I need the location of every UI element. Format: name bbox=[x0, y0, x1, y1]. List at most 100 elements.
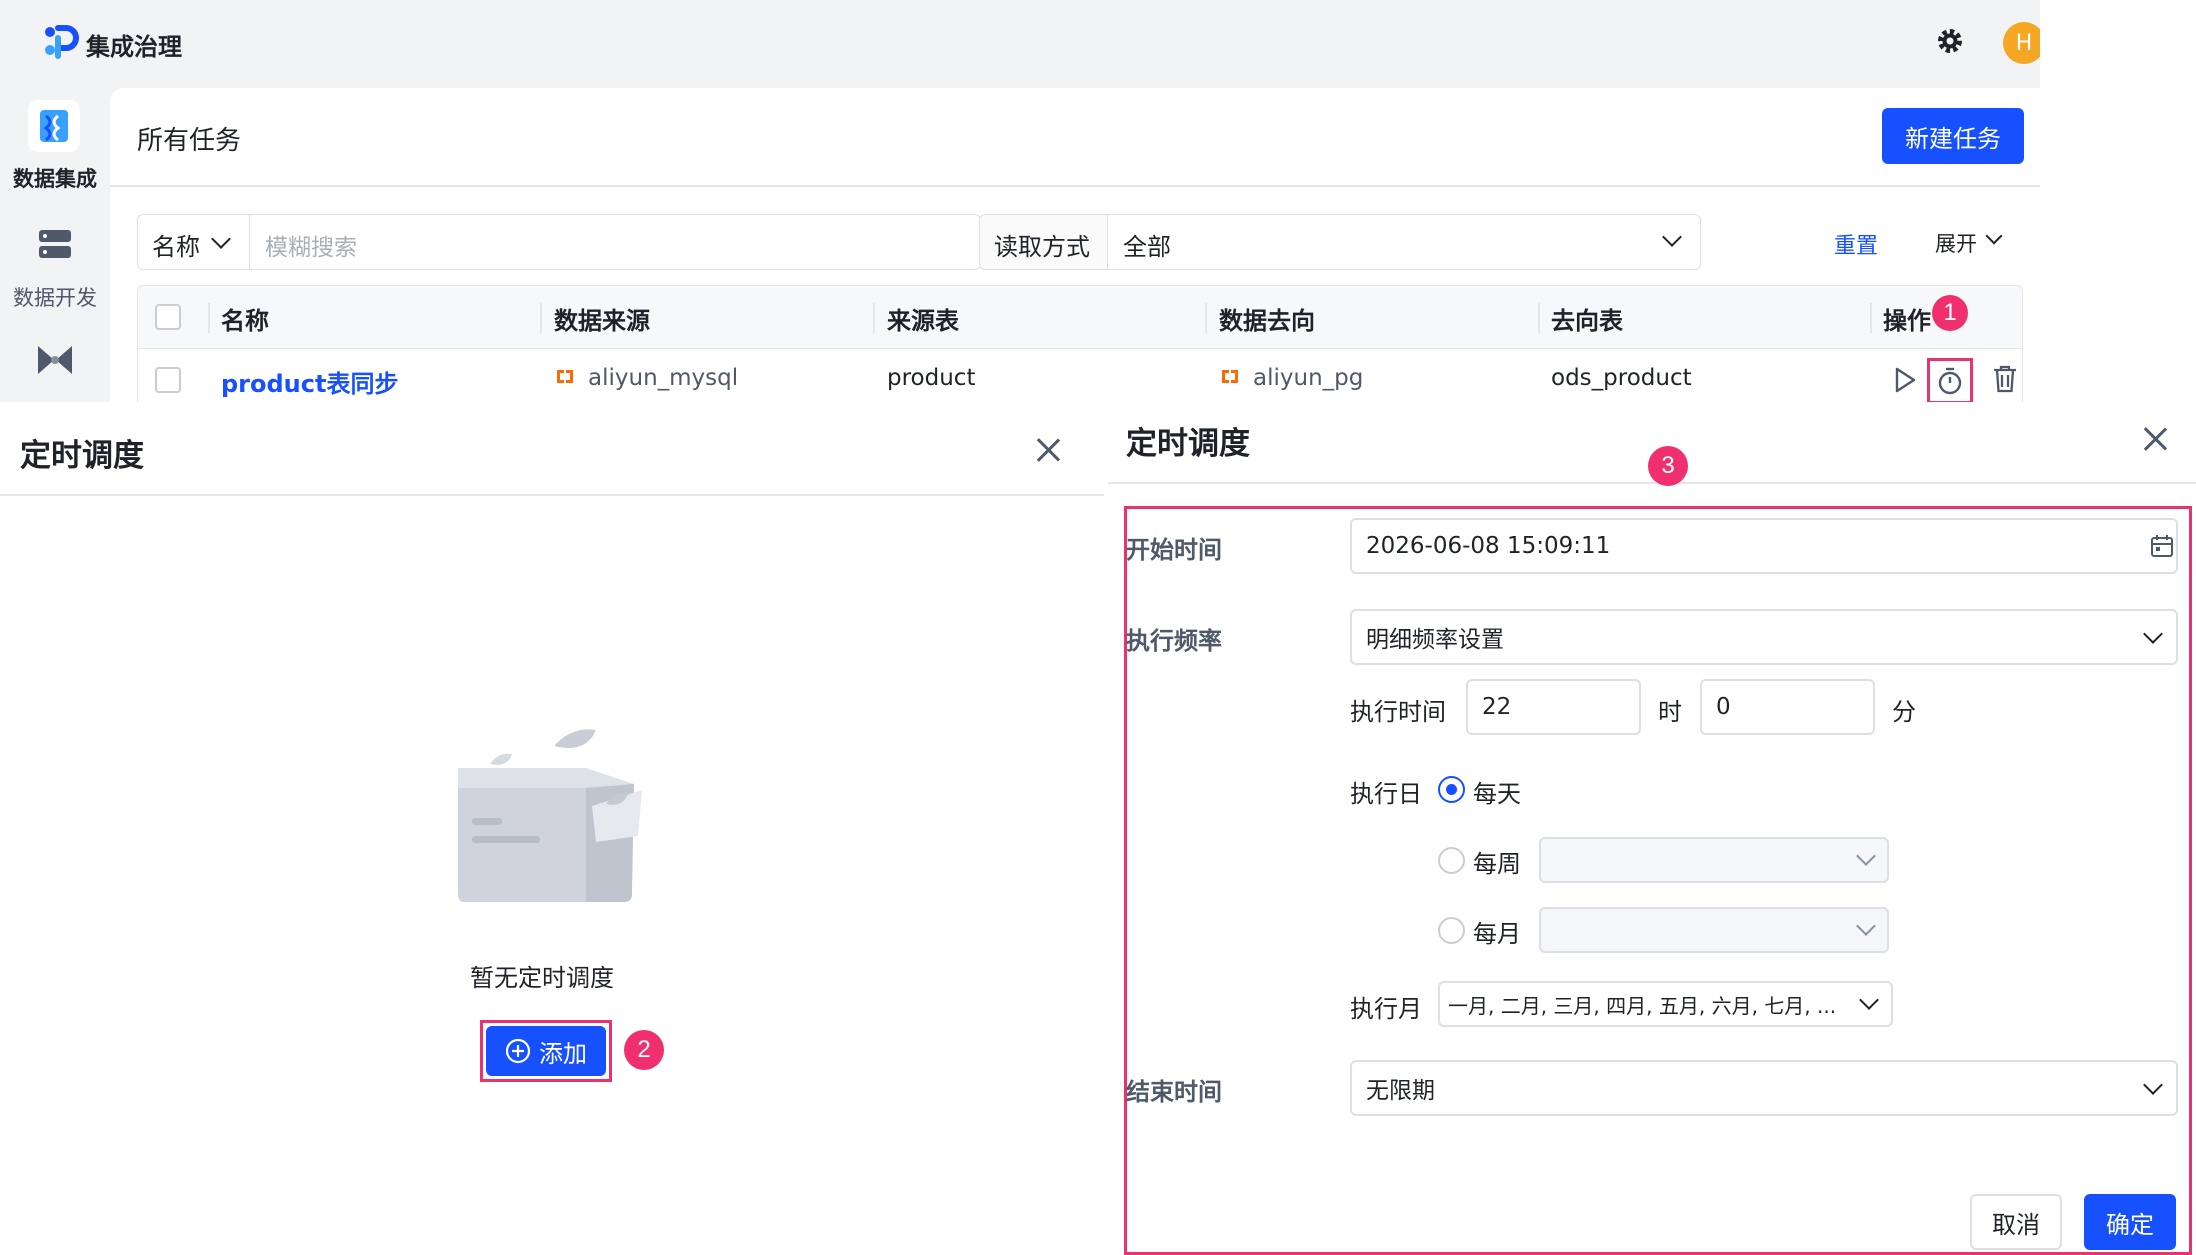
add-button-label: 添加 bbox=[539, 1039, 587, 1068]
table-row: product表同步 aliyun_mysql product aliyun_p… bbox=[137, 349, 2023, 402]
chevron-down-icon bbox=[1859, 990, 1879, 1010]
search-input[interactable]: 模糊搜索 bbox=[251, 215, 979, 269]
data-integration-icon bbox=[28, 100, 80, 152]
dialog-title: 定时调度 bbox=[1126, 426, 1250, 462]
exec-month-label: 执行月 bbox=[1350, 995, 1422, 1023]
frequency-label: 执行频率 bbox=[1126, 627, 1222, 655]
cancel-button[interactable]: 取消 bbox=[1970, 1194, 2062, 1250]
empty-text: 暂无定时调度 bbox=[470, 964, 614, 992]
dialog-divider bbox=[0, 494, 1104, 496]
month-select[interactable]: 一月, 二月, 三月, 四月, 五月, 六月, 七月, ... bbox=[1438, 981, 1893, 1027]
start-time-input[interactable]: 2026-06-08 15:09:11 bbox=[1350, 518, 2178, 574]
search-placeholder: 模糊搜索 bbox=[265, 235, 357, 261]
read-mode-select[interactable]: 全部 bbox=[1109, 215, 1699, 269]
dialog-divider bbox=[1108, 482, 2196, 484]
postgresql-icon bbox=[1219, 367, 1241, 389]
reset-button[interactable]: 重置 bbox=[1834, 228, 1878, 260]
annotation-badge-3: 3 bbox=[1648, 446, 1688, 486]
sidebar-item-label: 数据开发 bbox=[13, 286, 97, 310]
avatar[interactable]: H bbox=[2003, 22, 2040, 64]
radio-monthly-label[interactable]: 每月 bbox=[1473, 914, 1521, 949]
weekday-select[interactable] bbox=[1539, 837, 1889, 883]
play-icon[interactable] bbox=[1892, 366, 1918, 394]
chevron-down-icon bbox=[1856, 846, 1876, 866]
sidebar-item-data-integration[interactable]: 数据集成 bbox=[0, 95, 110, 195]
app-window: 集成治理 H 数据集成 数据开发 所有任务 新建任务 名称 模糊搜索 读取方式 … bbox=[0, 0, 2040, 402]
plus-circle-icon bbox=[505, 1038, 531, 1064]
row-checkbox[interactable] bbox=[155, 367, 181, 393]
minute-unit: 分 bbox=[1892, 698, 1916, 726]
column-header-source: 数据来源 bbox=[554, 307, 650, 335]
content-panel: 所有任务 新建任务 名称 模糊搜索 读取方式 全部 重置 展开 名称 数据来源 … bbox=[110, 88, 2040, 402]
page-title: 所有任务 bbox=[137, 126, 242, 156]
avatar-initial: H bbox=[2015, 30, 2033, 56]
trash-icon[interactable] bbox=[1990, 363, 2020, 395]
end-time-value: 无限期 bbox=[1366, 1078, 1435, 1104]
annotation-badge-1: 1 bbox=[1932, 295, 1968, 331]
end-time-select[interactable]: 无限期 bbox=[1350, 1060, 2178, 1116]
app-logo-icon bbox=[40, 22, 80, 62]
sidebar-item-governance[interactable] bbox=[0, 340, 110, 390]
month-select-value: 一月, 二月, 三月, 四月, 五月, 六月, 七月, ... bbox=[1448, 993, 1837, 1018]
column-header-name: 名称 bbox=[221, 307, 269, 335]
radio-monthly[interactable] bbox=[1438, 917, 1465, 944]
expand-button[interactable]: 展开 bbox=[1935, 227, 2015, 258]
radio-daily-label[interactable]: 每天 bbox=[1473, 774, 1521, 809]
sidebar-item-label: 数据集成 bbox=[13, 167, 97, 191]
mysql-icon bbox=[554, 367, 576, 389]
column-separator bbox=[1205, 303, 1207, 333]
column-header-target: 数据去向 bbox=[1219, 307, 1315, 335]
read-mode-label: 读取方式 bbox=[980, 215, 1108, 269]
sidebar-item-data-development[interactable]: 数据开发 bbox=[0, 220, 110, 310]
task-name-link[interactable]: product表同步 bbox=[221, 364, 398, 399]
read-mode-label-text: 读取方式 bbox=[994, 233, 1090, 261]
radio-weekly-label[interactable]: 每周 bbox=[1473, 844, 1521, 879]
column-separator bbox=[1870, 303, 1872, 333]
frequency-value: 明细频率设置 bbox=[1366, 627, 1504, 653]
schedule-timer-button[interactable] bbox=[1927, 358, 1973, 402]
search-group: 名称 模糊搜索 bbox=[137, 214, 981, 270]
gear-icon[interactable] bbox=[1935, 26, 1965, 56]
expand-label: 展开 bbox=[1935, 232, 1977, 256]
confirm-button[interactable]: 确定 bbox=[2084, 1194, 2176, 1250]
select-all-checkbox[interactable] bbox=[155, 304, 181, 330]
read-mode-group: 读取方式 全部 bbox=[979, 214, 1701, 270]
hour-input[interactable]: 22 bbox=[1466, 679, 1641, 735]
monthday-select[interactable] bbox=[1539, 907, 1889, 953]
minute-input[interactable]: 0 bbox=[1700, 679, 1875, 735]
radio-weekly[interactable] bbox=[1438, 847, 1465, 874]
chevron-down-icon bbox=[2143, 1075, 2163, 1095]
add-schedule-button[interactable]: 添加 bbox=[486, 1026, 606, 1076]
column-header-source-table: 来源表 bbox=[887, 307, 959, 335]
column-separator bbox=[873, 303, 875, 333]
bowtie-icon bbox=[36, 344, 74, 376]
target-table-value: ods_product bbox=[1551, 365, 1692, 391]
column-header-actions: 操作 bbox=[1883, 307, 1931, 335]
start-time-label: 开始时间 bbox=[1126, 536, 1222, 564]
close-icon[interactable] bbox=[1033, 435, 1063, 465]
exec-day-label: 执行日 bbox=[1350, 780, 1422, 808]
radio-daily[interactable] bbox=[1438, 776, 1465, 803]
start-time-value: 2026-06-08 15:09:11 bbox=[1366, 533, 1611, 559]
new-task-button[interactable]: 新建任务 bbox=[1882, 108, 2024, 164]
column-separator bbox=[1538, 303, 1540, 333]
hour-unit: 时 bbox=[1658, 698, 1682, 726]
field-select[interactable]: 名称 bbox=[138, 215, 250, 269]
table-header: 名称 数据来源 来源表 数据去向 去向表 操作 bbox=[137, 285, 2023, 349]
frequency-select[interactable]: 明细频率设置 bbox=[1350, 609, 2178, 665]
close-icon[interactable] bbox=[2140, 424, 2170, 454]
calendar-icon bbox=[2151, 535, 2173, 557]
timer-icon bbox=[1938, 367, 1962, 395]
empty-box-illustration bbox=[446, 724, 646, 904]
column-separator bbox=[540, 303, 542, 333]
chevron-down-icon bbox=[2143, 624, 2163, 644]
app-title: 集成治理 bbox=[86, 33, 182, 61]
chevron-down-icon bbox=[211, 229, 231, 249]
end-time-label: 结束时间 bbox=[1126, 1078, 1222, 1106]
header-divider bbox=[110, 185, 2040, 187]
hour-value: 22 bbox=[1482, 694, 1512, 720]
chevron-down-icon bbox=[1856, 916, 1876, 936]
schedule-empty-dialog: 定时调度 暂无定时调度 添加 2 bbox=[0, 402, 1108, 1255]
annotation-badge-2: 2 bbox=[624, 1030, 664, 1070]
field-select-value: 名称 bbox=[152, 233, 200, 261]
